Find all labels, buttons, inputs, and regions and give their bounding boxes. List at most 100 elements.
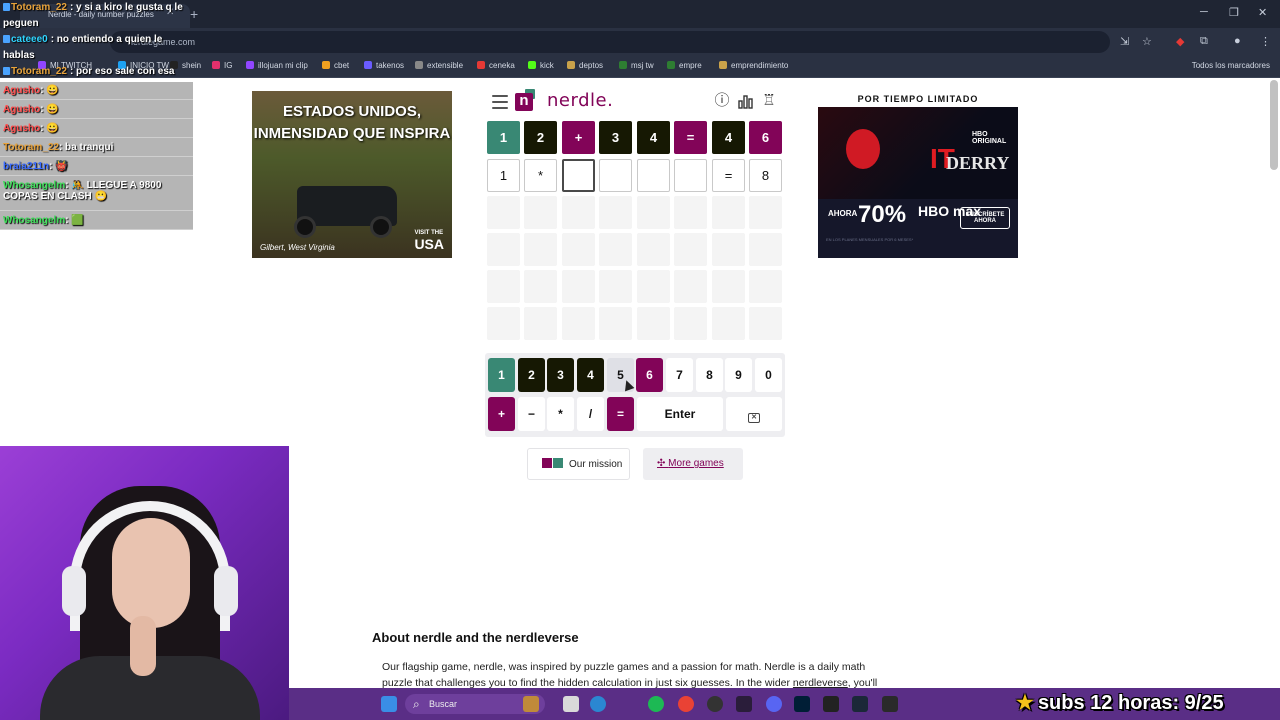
key-operator[interactable]: −	[518, 397, 545, 431]
key-digit[interactable]: 4	[577, 358, 604, 392]
empty-tile	[487, 233, 520, 266]
input-tile[interactable]	[637, 159, 670, 192]
bookmark-item[interactable]: takenos	[364, 61, 404, 70]
enter-key[interactable]: Enter	[637, 397, 723, 431]
more-games-link[interactable]: ✣ More games	[643, 448, 743, 480]
key-digit[interactable]: 8	[696, 358, 723, 392]
backspace-key[interactable]: ✕	[726, 397, 782, 431]
empty-tile	[749, 270, 782, 303]
chat-message: Agusho: 😀	[0, 101, 193, 119]
empty-tile	[674, 307, 707, 340]
chat-message: Agusho: 😀	[0, 120, 193, 138]
chat-username: Agusho	[3, 123, 41, 134]
empty-tile	[599, 270, 632, 303]
key-digit[interactable]: 6	[636, 358, 663, 392]
chat-username: Agusho	[3, 104, 41, 115]
bookmark-favicon-icon	[477, 61, 485, 69]
input-tile[interactable]	[599, 159, 632, 192]
bookmark-item[interactable]: empre	[667, 61, 702, 70]
input-tile[interactable]	[674, 159, 707, 192]
photoshop-icon[interactable]	[794, 696, 810, 712]
empty-tile	[749, 307, 782, 340]
chat-message: Totoram_22: por eso sale con esa	[0, 64, 192, 80]
active-input-tile[interactable]	[562, 159, 595, 192]
steam-icon[interactable]	[852, 696, 868, 712]
board-tile: 4	[712, 121, 745, 154]
chat-text: : 😀	[40, 85, 59, 96]
chat-text: : ba tranqui	[58, 142, 114, 153]
edge-icon[interactable]	[590, 696, 606, 712]
address-bar[interactable]: nerdlegame.com	[110, 31, 1110, 53]
input-tile[interactable]: =	[712, 159, 745, 192]
bookmark-item[interactable]: msj tw	[619, 61, 654, 70]
key-operator[interactable]: *	[547, 397, 574, 431]
bookmark-item[interactable]: illojuan mi clip	[246, 61, 308, 70]
key-operator[interactable]: =	[607, 397, 634, 431]
our-mission-button[interactable]: Our mission	[527, 448, 630, 480]
ad-wheel	[370, 216, 392, 238]
empty-tile	[599, 233, 632, 266]
bookmark-star-icon[interactable]: ☆	[1142, 35, 1152, 48]
bookmark-favicon-icon	[667, 61, 675, 69]
bookmark-favicon-icon	[719, 61, 727, 69]
ad-wheel	[294, 216, 316, 238]
empty-tile	[599, 307, 632, 340]
input-tile[interactable]: *	[524, 159, 557, 192]
bookmark-item[interactable]: kick	[528, 61, 554, 70]
discord-icon[interactable]	[766, 696, 782, 712]
key-digit[interactable]: 0	[755, 358, 782, 392]
ad-usa[interactable]: ESTADOS UNIDOS, INMENSIDAD QUE INSPIRA G…	[252, 91, 452, 258]
app-icon[interactable]	[736, 696, 752, 712]
bookmark-item[interactable]: deptos	[567, 61, 603, 70]
bookmark-item[interactable]: extensible	[415, 61, 463, 70]
close-window-icon[interactable]: ✕	[1258, 6, 1267, 19]
board-tile: 6	[749, 121, 782, 154]
key-digit[interactable]: 7	[666, 358, 693, 392]
widget-icon[interactable]	[523, 696, 539, 712]
key-digit[interactable]: 2	[518, 358, 545, 392]
input-tile[interactable]: 8	[749, 159, 782, 192]
minimize-icon[interactable]: ─	[1200, 6, 1208, 18]
bookmark-item[interactable]: cbet	[322, 61, 349, 70]
key-digit[interactable]: 9	[725, 358, 752, 392]
key-operator[interactable]: /	[577, 397, 604, 431]
windows-start-icon[interactable]	[381, 696, 397, 712]
ad-hbo[interactable]: POR TIEMPO LIMITADO HBO ORIGINAL IT DERR…	[818, 91, 1018, 258]
bookmark-item[interactable]: emprendimiento	[719, 61, 788, 70]
bookmark-item[interactable]: ceneka	[477, 61, 515, 70]
epic-games-icon[interactable]	[882, 696, 898, 712]
nerdle-logo[interactable]: n	[515, 89, 535, 111]
task-view-icon[interactable]	[563, 696, 579, 712]
key-operator[interactable]: +	[488, 397, 515, 431]
hamburger-menu-icon[interactable]	[492, 95, 508, 109]
chat-message: braia211n: 👹	[0, 158, 193, 176]
maximize-icon[interactable]: ❐	[1229, 6, 1239, 19]
menu-dots-icon[interactable]: ⋮	[1260, 35, 1271, 48]
ad-usa-logo: VISIT THE USA	[414, 230, 444, 252]
spotify-icon[interactable]	[648, 696, 664, 712]
address-bar-row: nerdlegame.com ⇲ ☆ ◆ ⧉ ● ⋮	[0, 28, 1280, 56]
obs-icon[interactable]	[707, 696, 723, 712]
bookmark-favicon-icon	[212, 61, 220, 69]
page-scrollbar[interactable]	[1270, 80, 1278, 170]
chat-panel: Agusho: 😀 Agusho: 😀 Agusho: 😀 Totoram_22: b…	[0, 82, 193, 230]
ad-subscribe-button[interactable]: SUSCRÍBETE AHORA	[960, 207, 1010, 229]
bookmark-item[interactable]: IG	[212, 61, 232, 70]
board-tile: 2	[524, 121, 557, 154]
empty-tile	[524, 270, 557, 303]
extension-icon[interactable]: ◆	[1176, 35, 1184, 48]
info-icon[interactable]: ⓘ	[714, 93, 730, 109]
empty-tile	[637, 307, 670, 340]
key-digit[interactable]: 1	[488, 358, 515, 392]
extensions-puzzle-icon[interactable]: ⧉	[1200, 35, 1208, 48]
profile-icon[interactable]: ●	[1234, 35, 1241, 47]
chrome-icon[interactable]	[678, 696, 694, 712]
trophy-icon[interactable]: ♖	[761, 93, 777, 109]
all-bookmarks[interactable]: Todos los marcadores	[1192, 61, 1270, 70]
input-tile[interactable]: 1	[487, 159, 520, 192]
stats-icon[interactable]	[737, 93, 753, 109]
key-digit[interactable]: 3	[547, 358, 574, 392]
install-icon[interactable]: ⇲	[1120, 35, 1129, 48]
capcut-icon[interactable]	[823, 696, 839, 712]
empty-tile	[562, 233, 595, 266]
